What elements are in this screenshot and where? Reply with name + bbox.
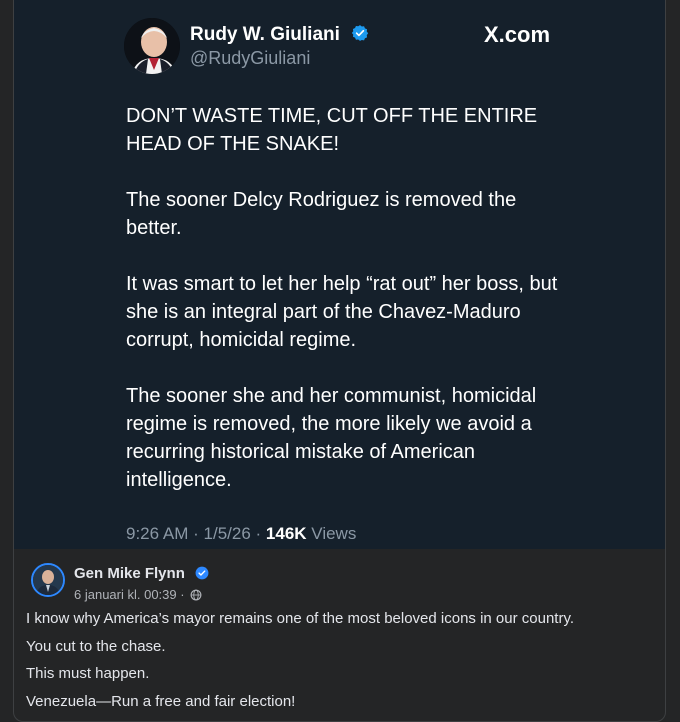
post-text: I know why America’s mayor remains one o…: [26, 609, 574, 719]
tweet-paragraph: The sooner Delcy Rodriguez is removed th…: [126, 189, 517, 239]
tweet-paragraph: The sooner she and her communist, homici…: [126, 385, 537, 491]
verified-badge-icon: [195, 566, 209, 584]
post-card: Rudy W. Giuliani @RudyGiuliani X.com DON…: [13, 0, 666, 722]
post-text-line: This must happen.: [26, 665, 150, 682]
page: Rudy W. Giuliani @RudyGiuliani X.com DON…: [0, 0, 680, 722]
tweet-metadata: 9:26 AM · 1/5/26 · 146K Views: [126, 524, 356, 544]
embedded-tweet-image[interactable]: Rudy W. Giuliani @RudyGiuliani X.com DON…: [14, 0, 665, 549]
separator: ·: [180, 587, 185, 602]
x-logo: X.com: [484, 22, 551, 47]
commenter-avatar[interactable]: [31, 563, 65, 597]
tweet-views-count: 146K: [265, 524, 307, 543]
tweet-author-name-text: Rudy W. Giuliani: [190, 24, 340, 45]
tweet-date: 1/5/26: [203, 524, 251, 543]
post-text-line: You cut to the chase.: [26, 637, 166, 655]
post-text-line: I know why America’s mayor remains one o…: [26, 610, 575, 627]
tweet-paragraph: DON’T WASTE TIME, CUT OFF THE ENTIRE HEA…: [126, 105, 538, 155]
tweet-views-label: Views: [311, 524, 357, 543]
separator: ·: [193, 524, 199, 543]
tweet-time: 9:26 AM: [126, 524, 189, 543]
tweet-paragraph: It was smart to let her help “rat out” h…: [126, 273, 558, 351]
tweet-author-avatar: [124, 18, 180, 74]
post-timestamp[interactable]: 6 januari kl. 00:39 ·: [74, 587, 202, 604]
commenter-name[interactable]: Gen Mike Flynn: [74, 565, 209, 584]
separator: ·: [255, 524, 262, 543]
globe-icon[interactable]: [190, 589, 202, 604]
verified-badge-icon: [351, 24, 369, 48]
tweet-text: DON’T WASTE TIME, CUT OFF THE ENTIRE HEA…: [126, 102, 566, 522]
tweet-author-handle: @RudyGiuliani: [190, 48, 311, 68]
post-date-text[interactable]: 6 januari kl. 00:39: [74, 587, 177, 602]
commenter-name-text[interactable]: Gen Mike Flynn: [74, 565, 185, 582]
post-text-line: Venezuela—Run a free and fair election!: [26, 692, 296, 710]
tweet-author-name: Rudy W. Giuliani: [190, 24, 369, 48]
